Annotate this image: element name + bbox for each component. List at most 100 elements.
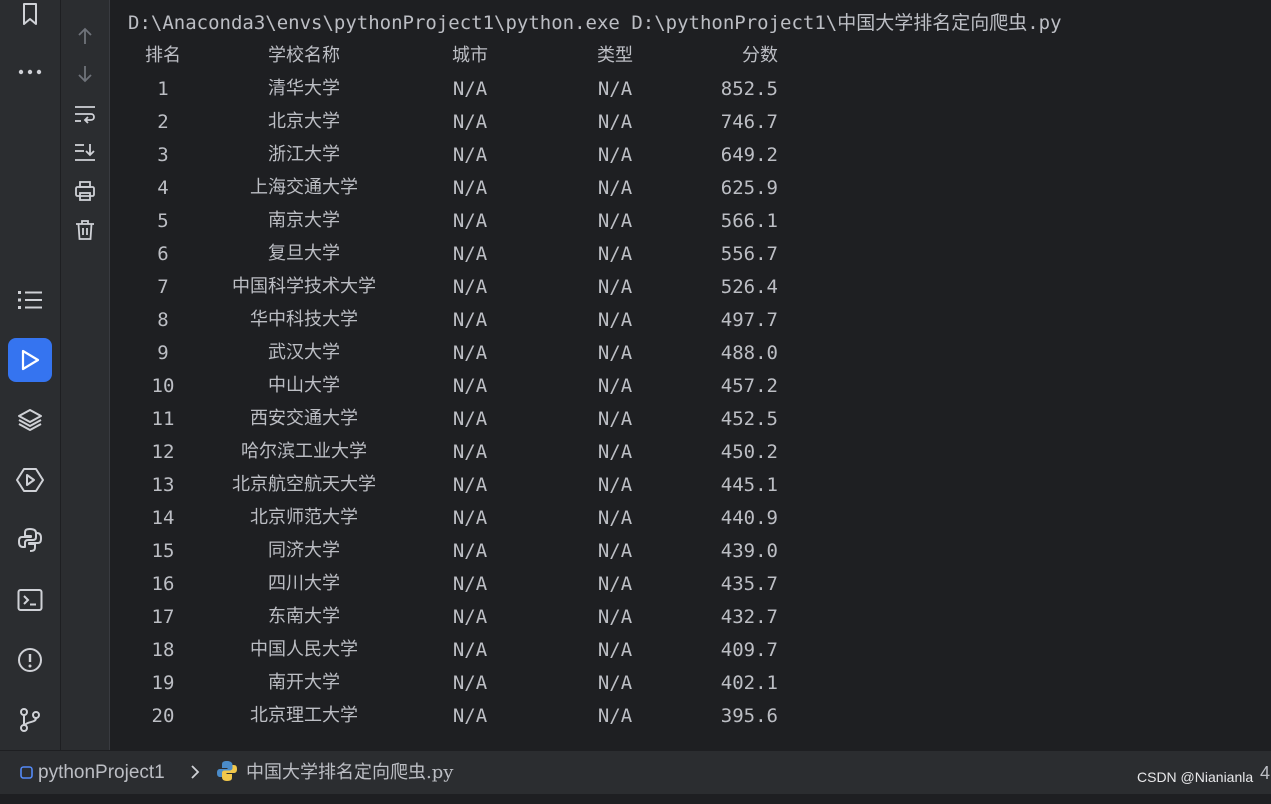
school-name-cell: 哈尔滨工业大学 (241, 441, 367, 462)
rank-cell: 13 (151, 474, 175, 496)
tool-window-strip (0, 0, 61, 750)
city-cell: N/A (452, 507, 488, 529)
city-cell: N/A (452, 408, 488, 430)
city-cell: N/A (452, 276, 488, 298)
score-cell: 566.1 (720, 210, 778, 232)
score-cell: 445.1 (720, 474, 778, 496)
soft-wrap-icon[interactable] (74, 103, 96, 125)
school-name-cell: 中国科学技术大学 (232, 276, 376, 297)
type-cell: N/A (597, 540, 633, 562)
school-name-cell: 同济大学 (268, 540, 340, 561)
type-cell: N/A (597, 606, 633, 628)
header-score: 分数 (742, 45, 778, 66)
bookmark-icon[interactable] (8, 0, 52, 36)
python-file-icon (216, 751, 238, 795)
rank-cell: 10 (151, 375, 175, 397)
rank-cell: 9 (157, 342, 169, 364)
rank-cell: 11 (151, 408, 175, 430)
services-icon[interactable] (8, 458, 52, 502)
city-cell: N/A (452, 474, 488, 496)
score-cell: 625.9 (720, 177, 778, 199)
layers-icon[interactable] (8, 398, 52, 442)
school-name-cell: 北京理工大学 (250, 705, 358, 726)
run-console-output[interactable]: D:\Anaconda3\envs\pythonProject1\python.… (110, 0, 1271, 750)
city-cell: N/A (452, 210, 488, 232)
breadcrumb-file[interactable]: 中国大学排名定向爬虫.py (246, 751, 453, 795)
scroll-down-icon[interactable] (74, 63, 96, 85)
score-cell: 457.2 (720, 375, 778, 397)
type-cell: N/A (597, 375, 633, 397)
city-cell: N/A (452, 144, 488, 166)
city-cell: N/A (452, 78, 488, 100)
rank-cell: 2 (157, 111, 169, 133)
structure-icon[interactable] (8, 278, 52, 322)
city-cell: N/A (452, 111, 488, 133)
score-cell: 497.7 (720, 309, 778, 331)
school-name-cell: 东南大学 (268, 606, 340, 627)
score-cell: 435.7 (720, 573, 778, 595)
type-cell: N/A (597, 144, 633, 166)
breadcrumb-project[interactable]: pythonProject1 (38, 751, 165, 795)
school-name-cell: 中山大学 (268, 375, 340, 396)
school-name-cell: 南开大学 (268, 672, 340, 693)
rank-cell: 7 (157, 276, 169, 298)
score-cell: 440.9 (720, 507, 778, 529)
type-cell: N/A (597, 639, 633, 661)
header-city: 城市 (452, 45, 488, 66)
rank-cell: 5 (157, 210, 169, 232)
type-cell: N/A (597, 111, 633, 133)
type-cell: N/A (597, 507, 633, 529)
scroll-up-icon[interactable] (74, 25, 96, 47)
score-cell: 452.5 (720, 408, 778, 430)
rank-cell: 8 (157, 309, 169, 331)
score-cell: 852.5 (720, 78, 778, 100)
rank-cell: 16 (151, 573, 175, 595)
print-icon[interactable] (74, 180, 96, 202)
type-cell: N/A (597, 342, 633, 364)
git-icon[interactable] (8, 698, 52, 742)
more-icon[interactable] (8, 50, 52, 94)
problems-icon[interactable] (8, 638, 52, 682)
city-cell: N/A (452, 309, 488, 331)
school-name-cell: 北京航空航天大学 (232, 474, 376, 495)
city-cell: N/A (452, 177, 488, 199)
rank-cell: 15 (151, 540, 175, 562)
status-number: 4 (1260, 763, 1271, 783)
rank-cell: 1 (157, 78, 169, 100)
rank-cell: 3 (157, 144, 169, 166)
rank-cell: 14 (151, 507, 175, 529)
school-name-cell: 浙江大学 (268, 144, 340, 165)
score-cell: 395.6 (720, 705, 778, 727)
score-cell: 746.7 (720, 111, 778, 133)
type-cell: N/A (597, 705, 633, 727)
type-cell: N/A (597, 474, 633, 496)
type-cell: N/A (597, 210, 633, 232)
score-cell: 450.2 (720, 441, 778, 463)
project-icon (20, 751, 33, 795)
type-cell: N/A (597, 78, 633, 100)
terminal-icon[interactable] (8, 578, 52, 622)
school-name-cell: 西安交通大学 (250, 408, 358, 429)
python-console-icon[interactable] (8, 518, 52, 562)
school-name-cell: 中国人民大学 (250, 639, 358, 660)
header-type: 类型 (597, 45, 633, 66)
city-cell: N/A (452, 441, 488, 463)
city-cell: N/A (452, 573, 488, 595)
school-name-cell: 武汉大学 (268, 342, 340, 363)
city-cell: N/A (452, 606, 488, 628)
city-cell: N/A (452, 639, 488, 661)
score-cell: 488.0 (720, 342, 778, 364)
city-cell: N/A (452, 672, 488, 694)
type-cell: N/A (597, 243, 633, 265)
rank-cell: 12 (151, 441, 175, 463)
city-cell: N/A (452, 705, 488, 727)
rank-cell: 20 (151, 705, 175, 727)
scroll-to-end-icon[interactable] (74, 141, 96, 163)
run-icon[interactable] (8, 338, 52, 382)
type-cell: N/A (597, 177, 633, 199)
score-cell: 439.0 (720, 540, 778, 562)
clear-all-icon[interactable] (74, 219, 96, 241)
school-name-cell: 华中科技大学 (250, 309, 358, 330)
score-cell: 556.7 (720, 243, 778, 265)
school-name-cell: 四川大学 (268, 573, 340, 594)
